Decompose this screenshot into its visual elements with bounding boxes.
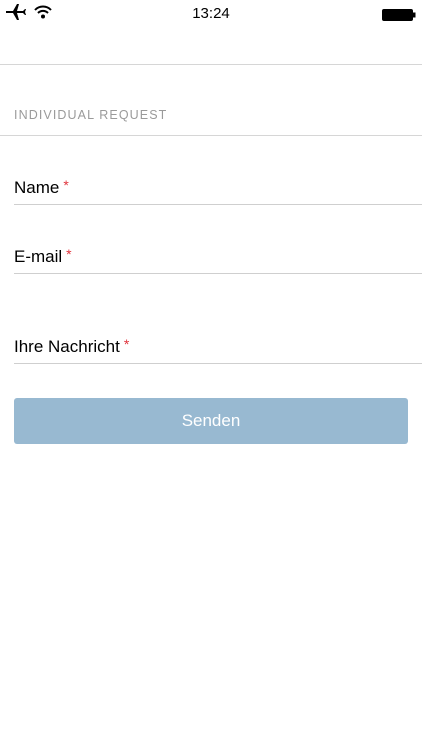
send-button[interactable]: Senden [14, 398, 408, 444]
message-input[interactable] [14, 300, 422, 363]
section-header: INDIVIDUAL REQUEST [0, 65, 422, 136]
status-bar: 13:24 [0, 0, 422, 30]
battery-icon [382, 8, 416, 21]
name-input[interactable] [14, 172, 422, 204]
navigation-bar [0, 30, 422, 65]
name-field[interactable]: Name * [14, 172, 422, 205]
email-input[interactable] [14, 241, 422, 273]
email-field[interactable]: E-mail * [14, 241, 422, 274]
message-field[interactable]: Ihre Nachricht * [14, 300, 422, 364]
section-title: INDIVIDUAL REQUEST [14, 108, 168, 122]
status-time: 13:24 [192, 5, 230, 22]
